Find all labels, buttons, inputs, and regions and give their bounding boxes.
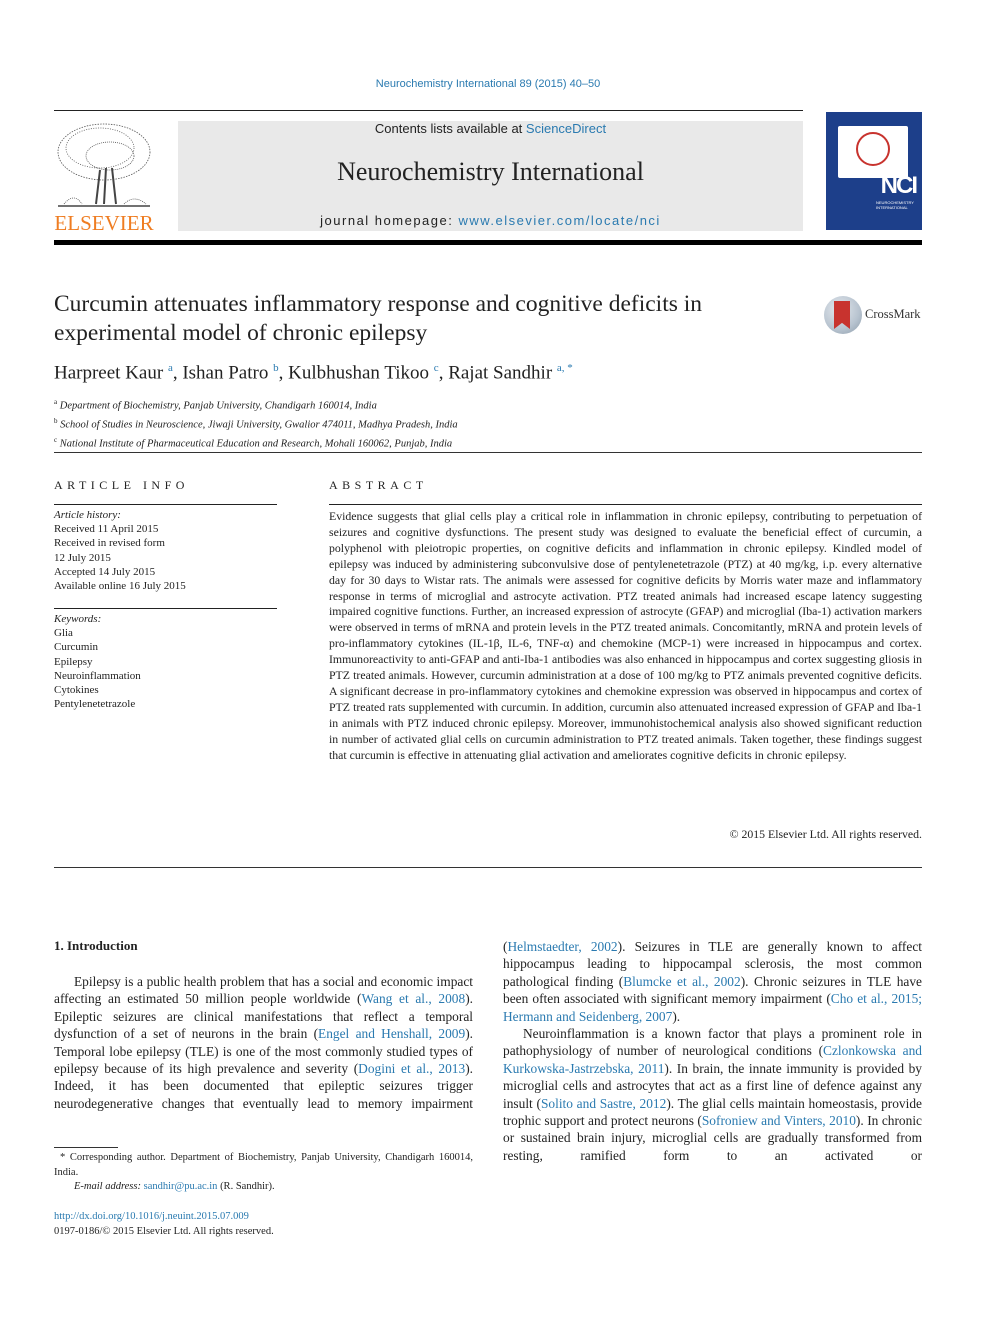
- citation-link[interactable]: Engel and Henshall, 2009: [318, 1026, 465, 1041]
- intro-paragraph: (Helmstaedter, 2002). Seizures in TLE ar…: [503, 938, 922, 1025]
- cover-figure: [838, 126, 908, 178]
- history-item: Received in revised form: [54, 537, 165, 550]
- keyword-item: Glia: [54, 627, 73, 640]
- article-title: Curcumin attenuates inflammatory respons…: [54, 291, 703, 346]
- citation-link[interactable]: Helmstaedter, 2002: [507, 939, 617, 954]
- author-affil-sup[interactable]: a: [168, 362, 173, 374]
- abstract-divider: [329, 504, 922, 505]
- article-info-divider: [54, 504, 277, 505]
- citation-link[interactable]: Sofroniew and Vinters, 2010: [702, 1113, 856, 1128]
- history-item: Accepted 14 July 2015: [54, 565, 156, 578]
- abstract-body: Evidence suggests that glial cells play …: [329, 509, 922, 762]
- affiliation-list: a Department of Biochemistry, Panjab Uni…: [54, 395, 458, 452]
- journal-title: Neurochemistry International: [337, 157, 644, 186]
- affiliation-sup: c: [54, 436, 58, 444]
- issn-copyright: 0197-0186/© 2015 Elsevier Ltd. All right…: [54, 1226, 274, 1237]
- affiliation-item: c National Institute of Pharmaceutical E…: [54, 433, 458, 452]
- author-affil-sup[interactable]: c: [434, 362, 439, 374]
- affiliation-text: School of Studies in Neuroscience, Jiwaj…: [60, 419, 458, 431]
- keyword-item: Epilepsy: [54, 655, 93, 668]
- history-label: Article history:: [54, 509, 121, 521]
- keyword-item: Cytokines: [54, 684, 99, 697]
- cover-ring-graphic: [856, 132, 890, 166]
- homepage-line: journal homepage: www.elsevier.com/locat…: [178, 213, 803, 228]
- crossmark-badge[interactable]: CrossMark: [824, 296, 924, 336]
- keywords-label: Keywords:: [54, 613, 102, 625]
- author-affil-sup[interactable]: a, *: [557, 362, 573, 374]
- doi-link[interactable]: http://dx.doi.org/10.1016/j.neuint.2015.…: [54, 1211, 249, 1222]
- homepage-prefix: journal homepage:: [320, 213, 459, 228]
- affiliation-text: National Institute of Pharmaceutical Edu…: [59, 438, 453, 450]
- corresponding-author-note: * Corresponding author. Department of Bi…: [54, 1152, 473, 1178]
- keyword-item: Neuroinflammation: [54, 669, 141, 682]
- keywords-list: Keywords: Glia Curcumin Epilepsy Neuroin…: [54, 612, 141, 711]
- journal-cover-thumbnail[interactable]: NCI NEUROCHEMISTRY INTERNATIONAL: [826, 112, 922, 230]
- article-info-heading: ARTICLE INFO: [54, 478, 189, 492]
- introduction-heading: 1. Introduction: [54, 938, 138, 953]
- cover-subtitle: NEUROCHEMISTRY INTERNATIONAL: [876, 200, 914, 210]
- abstract-heading: ABSTRACT: [329, 478, 428, 492]
- keyword-item: Curcumin: [54, 641, 98, 654]
- affiliation-item: b School of Studies in Neuroscience, Jiw…: [54, 414, 458, 433]
- footnotes: * Corresponding author. Department of Bi…: [54, 1151, 473, 1195]
- intro-paragraph: Epilepsy is a public health problem that…: [54, 973, 473, 1112]
- elsevier-tree-icon: [57, 123, 151, 207]
- affiliation-sup: a: [54, 398, 58, 406]
- journal-citation-link[interactable]: Neurochemistry International 89 (2015) 4…: [0, 78, 976, 90]
- intro-paragraph: Neuroinflammation is a known factor that…: [503, 1025, 922, 1164]
- citation-link[interactable]: Blumcke et al., 2002: [623, 974, 740, 989]
- body-column-left: Epilepsy is a public health problem that…: [54, 973, 473, 1112]
- author-name[interactable]: Kulbhushan Tikoo: [288, 362, 429, 383]
- abstract-copyright: © 2015 Elsevier Ltd. All rights reserved…: [729, 827, 922, 841]
- citation-link[interactable]: Wang et al., 2008: [361, 991, 465, 1006]
- contents-prefix: Contents lists available at: [374, 121, 526, 136]
- keyword-item: Pentylenetetrazole: [54, 698, 136, 711]
- citation-link[interactable]: Solito and Sastre, 2012: [541, 1096, 666, 1111]
- affiliation-text: Department of Biochemistry, Panjab Unive…: [59, 400, 377, 412]
- affiliation-sup: b: [54, 417, 58, 425]
- homepage-link[interactable]: www.elsevier.com/locate/nci: [458, 213, 660, 228]
- cover-abbrev: NCI: [880, 172, 918, 199]
- sciencedirect-link[interactable]: ScienceDirect: [526, 121, 606, 136]
- email-suffix: (R. Sandhir).: [217, 1181, 275, 1193]
- section-divider: [54, 452, 922, 453]
- history-item: 12 July 2015: [54, 551, 111, 564]
- author-name[interactable]: Ishan Patro: [182, 362, 268, 383]
- email-note: E-mail address: sandhir@pu.ac.in (R. San…: [54, 1180, 473, 1195]
- paragraph-text: ).: [672, 1008, 681, 1024]
- elsevier-logo[interactable]: ELSEVIER: [54, 118, 154, 236]
- body-column-right: (Helmstaedter, 2002). Seizures in TLE ar…: [503, 938, 922, 1164]
- affiliation-item: a Department of Biochemistry, Panjab Uni…: [54, 395, 458, 414]
- contents-line: Contents lists available at ScienceDirec…: [178, 121, 803, 136]
- citation-link[interactable]: Dogini et al., 2013: [358, 1061, 465, 1076]
- email-link[interactable]: sandhir@pu.ac.in: [144, 1181, 218, 1192]
- author-name[interactable]: Rajat Sandhir: [448, 362, 552, 383]
- header-divider: [54, 110, 803, 111]
- crossmark-label: CrossMark: [865, 307, 921, 321]
- keywords-divider: [54, 608, 277, 609]
- author-name[interactable]: Harpreet Kaur: [54, 362, 163, 383]
- footnote-divider: [54, 1147, 118, 1148]
- author-list: Harpreet Kaur a, Ishan Patro b, Kulbhush…: [54, 362, 573, 384]
- history-item: Available online 16 July 2015: [54, 580, 186, 593]
- elsevier-wordmark: ELSEVIER: [54, 211, 154, 235]
- header-thick-rule: [54, 240, 922, 245]
- article-history: Article history: Received 11 April 2015 …: [54, 508, 186, 593]
- abstract-bottom-divider: [54, 867, 922, 868]
- history-item: Received 11 April 2015: [54, 523, 159, 536]
- email-label: E-mail address:: [74, 1181, 141, 1193]
- author-affil-sup[interactable]: b: [273, 362, 279, 374]
